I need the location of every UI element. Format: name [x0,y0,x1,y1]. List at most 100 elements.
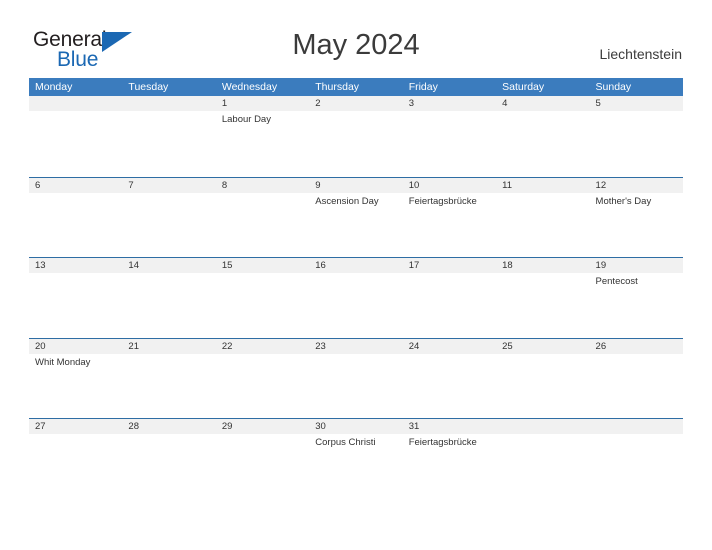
calendar-day-cell[interactable]: 16 [309,258,403,338]
day-event [590,354,683,357]
calendar-day-cell[interactable]: 13 [29,258,123,338]
calendar-week-row: 20 Whit Monday 21 22 23 24 25 26 [29,337,683,418]
weekday-monday: Monday [35,81,73,93]
day-number: 22 [215,338,310,354]
day-number: 9 [309,177,403,193]
day-event [216,354,309,357]
calendar-day-cell[interactable]: 21 [122,338,216,418]
day-event: Labour Day [221,114,271,125]
weekday-saturday: Saturday [502,81,545,93]
day-event [309,273,402,276]
calendar-day-cell[interactable]: 31 Feiertagsbrücke [402,419,497,499]
weekday-friday: Friday [408,81,438,93]
calendar-day-cell[interactable]: 9 Ascension Day [309,177,403,257]
calendar-day-cell[interactable]: 14 [122,258,216,338]
day-number: 2 [309,96,403,111]
calendar-day-cell[interactable]: 7 [122,177,216,257]
calendar-day-cell[interactable]: 6 [29,177,123,257]
calendar-day-cell[interactable]: 4 [496,96,590,177]
day-number: 7 [122,177,216,193]
day-event: Feiertagsbrücke [408,437,477,448]
calendar-day-cell[interactable]: 11 [496,177,590,257]
day-number: 20 [29,338,123,354]
day-event: Feiertagsbrücke [408,195,477,207]
calendar-day-cell[interactable]: 30 Corpus Christi [309,419,403,499]
calendar-week-row: 13 14 15 16 17 18 19 Pentecost [29,257,683,338]
day-number [29,96,123,111]
calendar-day-cell[interactable] [29,96,123,177]
day-number: 8 [215,177,310,193]
day-number: 13 [29,258,123,273]
day-number: 6 [29,177,123,193]
calendar-day-cell[interactable]: 3 [402,96,497,177]
calendar-day-cell[interactable]: 12 Mother's Day [589,177,683,257]
day-number: 12 [589,177,683,193]
weekday-tuesday: Tuesday [128,81,169,93]
calendar-day-cell[interactable] [589,419,683,499]
calendar-weekday-header: Monday Tuesday Wednesday Thursday Friday… [29,78,683,96]
calendar-day-cell[interactable] [496,419,590,499]
day-number: 11 [496,177,590,193]
day-event [496,273,589,276]
calendar-day-cell[interactable]: 1 Labour Day [215,96,310,177]
day-number: 4 [496,96,590,111]
calendar-day-cell[interactable]: 17 [402,258,497,338]
day-number: 24 [402,338,497,354]
calendar-day-cell[interactable]: 8 [215,177,310,257]
day-event [122,193,215,196]
calendar-week-row: 1 Labour Day 2 3 4 5 [29,96,683,177]
day-event: Corpus Christi [315,437,376,448]
calendar-day-cell[interactable]: 27 [29,419,123,499]
calendar-day-cell[interactable]: 28 [122,419,216,499]
day-event: Whit Monday [35,356,91,368]
day-event [29,273,122,276]
day-event [403,273,496,276]
calendar-day-cell[interactable] [122,96,216,177]
day-number: 15 [215,258,310,273]
calendar-grid: Monday Tuesday Wednesday Thursday Friday… [29,78,683,499]
page-header: General Blue May 2024 Liechtenstein [0,0,712,78]
day-event [122,273,215,276]
day-number [122,96,216,111]
day-event [496,193,589,196]
day-number: 19 [589,258,683,273]
day-number: 10 [402,177,497,193]
weekday-sunday: Sunday [595,81,632,93]
calendar-day-cell[interactable]: 26 [589,338,683,418]
day-event [403,111,496,114]
day-event [590,434,683,437]
day-number: 3 [402,96,497,111]
day-number: 14 [122,258,216,273]
day-number: 27 [29,419,123,434]
calendar-day-cell[interactable]: 29 [215,419,310,499]
calendar-day-cell[interactable]: 2 [309,96,403,177]
calendar-day-cell[interactable]: 19 Pentecost [589,258,683,338]
day-event [29,434,122,437]
calendar-day-cell[interactable]: 18 [496,258,590,338]
calendar-day-cell[interactable]: 20 Whit Monday [29,338,123,418]
day-number: 29 [215,419,310,434]
day-event [122,111,215,114]
calendar-day-cell[interactable]: 24 [402,338,497,418]
day-event [122,354,215,357]
day-event [29,111,122,114]
calendar-day-cell[interactable]: 10 Feiertagsbrücke [402,177,497,257]
calendar-day-cell[interactable]: 15 [215,258,310,338]
day-number: 31 [402,419,497,434]
calendar-day-cell[interactable]: 5 [589,96,683,177]
day-event [496,111,589,114]
calendar-week-row: 6 7 8 9 Ascension Day 10 Feiertagsbrücke… [29,176,683,257]
weekday-wednesday: Wednesday [221,81,278,93]
day-number: 23 [309,338,403,354]
calendar-day-cell[interactable]: 22 [215,338,310,418]
country-label: Liechtenstein [599,46,682,62]
calendar-day-cell[interactable]: 23 [309,338,403,418]
day-event [309,354,402,357]
day-event [29,193,122,196]
day-number: 17 [402,258,497,273]
day-event: Mother's Day [595,195,652,207]
calendar-day-cell[interactable]: 25 [496,338,590,418]
day-event [216,193,309,196]
weekday-thursday: Thursday [315,81,360,93]
day-number: 1 [215,96,310,111]
